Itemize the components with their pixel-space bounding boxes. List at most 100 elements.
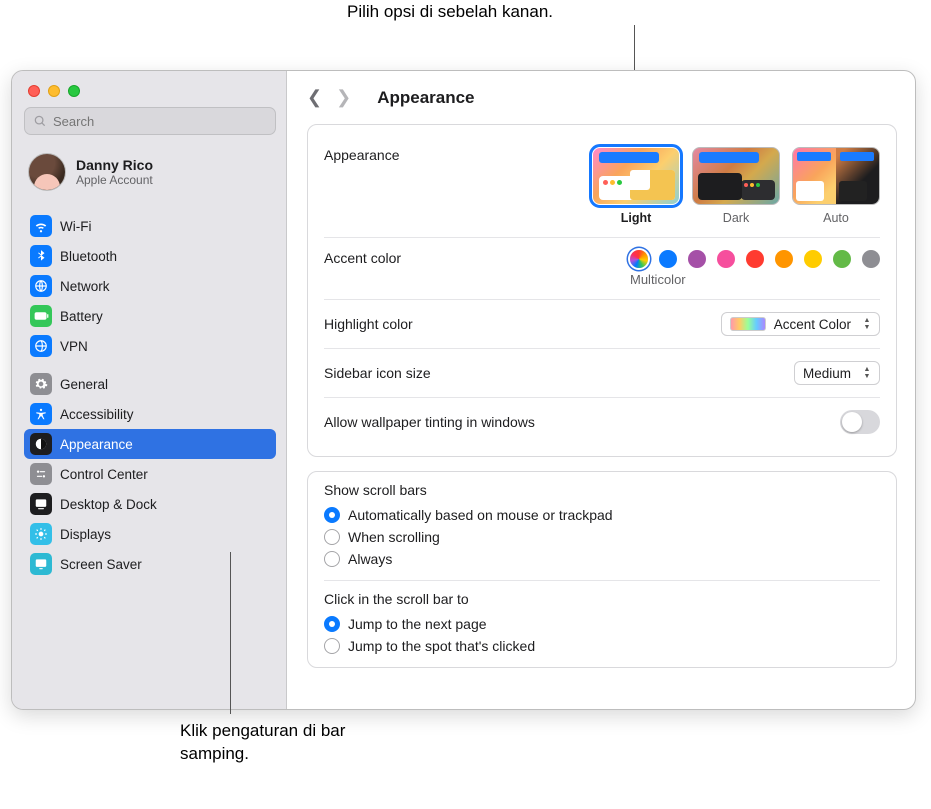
accessibility-icon bbox=[30, 403, 52, 425]
highlight-popup[interactable]: Accent Color ▲▼ bbox=[721, 312, 880, 336]
sidebar-item-screen-saver[interactable]: Screen Saver bbox=[24, 549, 276, 579]
accent-swatch-7[interactable] bbox=[833, 250, 851, 268]
sidebar-item-label: Control Center bbox=[60, 467, 148, 482]
highlight-value: Accent Color bbox=[774, 317, 851, 332]
accent-swatch-8[interactable] bbox=[862, 250, 880, 268]
appearance-label: Appearance bbox=[324, 147, 400, 163]
theme-light-label: Light bbox=[592, 211, 680, 225]
sidebar-item-label: Battery bbox=[60, 309, 103, 324]
radio-label: Jump to the spot that's clicked bbox=[348, 638, 535, 654]
sidebar-item-displays[interactable]: Displays bbox=[24, 519, 276, 549]
sidebar-item-label: Displays bbox=[60, 527, 111, 542]
settings-window: Danny Rico Apple Account Wi-Fi Bluetooth N… bbox=[11, 70, 916, 710]
callout-bottom-line bbox=[230, 552, 231, 714]
displays-icon bbox=[30, 523, 52, 545]
sidebar-item-accessibility[interactable]: Accessibility bbox=[24, 399, 276, 429]
apple-account-row[interactable]: Danny Rico Apple Account bbox=[24, 149, 276, 203]
theme-light[interactable]: Light bbox=[592, 147, 680, 225]
back-button[interactable]: ❮ bbox=[307, 87, 322, 108]
radio-icon bbox=[324, 638, 340, 654]
forward-button[interactable]: ❯ bbox=[336, 87, 351, 108]
click-scroll-option-1[interactable]: Jump to the spot that's clicked bbox=[324, 635, 880, 657]
sidebar-item-general[interactable]: General bbox=[24, 369, 276, 399]
search-icon bbox=[33, 114, 47, 128]
radio-label: Automatically based on mouse or trackpad bbox=[348, 507, 613, 523]
sidebar-size-popup[interactable]: Medium ▲▼ bbox=[794, 361, 880, 385]
sidebar-item-label: Desktop & Dock bbox=[60, 497, 157, 512]
general-icon bbox=[30, 373, 52, 395]
theme-picker: Light Dark Auto bbox=[592, 147, 880, 225]
theme-dark-thumb bbox=[692, 147, 780, 205]
sidebar-item-label: VPN bbox=[60, 339, 88, 354]
scrollbars-option-0[interactable]: Automatically based on mouse or trackpad bbox=[324, 504, 880, 526]
accent-swatch-6[interactable] bbox=[804, 250, 822, 268]
divider bbox=[324, 580, 880, 581]
radio-icon bbox=[324, 529, 340, 545]
theme-dark-label: Dark bbox=[692, 211, 780, 225]
avatar bbox=[28, 153, 66, 191]
scrollbars-header: Show scroll bars bbox=[324, 482, 880, 498]
account-name: Danny Rico bbox=[76, 157, 153, 173]
search-field[interactable] bbox=[24, 107, 276, 135]
main-panel: ❮ ❯ Appearance Appearance Light Dark bbox=[287, 71, 915, 709]
sidebar-item-appearance[interactable]: Appearance bbox=[24, 429, 276, 459]
bluetooth-icon bbox=[30, 245, 52, 267]
wi-fi-icon bbox=[30, 215, 52, 237]
sidebar-item-label: Bluetooth bbox=[60, 249, 117, 264]
search-input[interactable] bbox=[53, 114, 267, 129]
updown-icon: ▲▼ bbox=[859, 315, 875, 333]
accent-swatch-5[interactable] bbox=[775, 250, 793, 268]
accent-swatch-3[interactable] bbox=[717, 250, 735, 268]
screen-saver-icon bbox=[30, 553, 52, 575]
accent-swatch-4[interactable] bbox=[746, 250, 764, 268]
tinting-switch[interactable] bbox=[840, 410, 880, 434]
battery-icon bbox=[30, 305, 52, 327]
radio-icon bbox=[324, 616, 340, 632]
page-title: Appearance bbox=[377, 88, 474, 108]
close-icon[interactable] bbox=[28, 85, 40, 97]
accent-sub: Multicolor bbox=[630, 272, 880, 287]
sidebar-item-control-center[interactable]: Control Center bbox=[24, 459, 276, 489]
minimize-icon[interactable] bbox=[48, 85, 60, 97]
sidebar-nav: Wi-Fi Bluetooth Network Battery VPN General A… bbox=[24, 203, 276, 579]
radio-label: Always bbox=[348, 551, 392, 567]
sidebar-item-vpn[interactable]: VPN bbox=[24, 331, 276, 361]
theme-auto-thumb bbox=[792, 147, 880, 205]
updown-icon: ▲▼ bbox=[859, 364, 875, 382]
network-icon bbox=[30, 275, 52, 297]
sidebar-item-battery[interactable]: Battery bbox=[24, 301, 276, 331]
accent-swatch-0[interactable] bbox=[630, 250, 648, 268]
click-scroll-option-0[interactable]: Jump to the next page bbox=[324, 613, 880, 635]
scrollbars-option-2[interactable]: Always bbox=[324, 548, 880, 570]
accent-swatch-2[interactable] bbox=[688, 250, 706, 268]
callout-bottom: Klik pengaturan di bar samping. bbox=[180, 720, 400, 766]
theme-light-thumb bbox=[592, 147, 680, 205]
highlight-gradient-icon bbox=[730, 317, 766, 331]
accent-swatches bbox=[630, 250, 880, 268]
sidebar-item-bluetooth[interactable]: Bluetooth bbox=[24, 241, 276, 271]
appearance-card: Appearance Light Dark Auto bbox=[307, 124, 897, 457]
appearance-icon bbox=[30, 433, 52, 455]
zoom-icon[interactable] bbox=[68, 85, 80, 97]
sidebar-size-label: Sidebar icon size bbox=[324, 365, 431, 381]
desktop-dock-icon bbox=[30, 493, 52, 515]
theme-dark[interactable]: Dark bbox=[692, 147, 780, 225]
accent-swatch-1[interactable] bbox=[659, 250, 677, 268]
sidebar: Danny Rico Apple Account Wi-Fi Bluetooth N… bbox=[12, 71, 287, 709]
sidebar-item-desktop-dock[interactable]: Desktop & Dock bbox=[24, 489, 276, 519]
control-center-icon bbox=[30, 463, 52, 485]
click-scroll-header: Click in the scroll bar to bbox=[324, 591, 880, 607]
sidebar-item-label: General bbox=[60, 377, 108, 392]
sidebar-item-network[interactable]: Network bbox=[24, 271, 276, 301]
sidebar-item-label: Accessibility bbox=[60, 407, 134, 422]
theme-auto[interactable]: Auto bbox=[792, 147, 880, 225]
scrollbars-option-1[interactable]: When scrolling bbox=[324, 526, 880, 548]
callout-top: Pilih opsi di sebelah kanan. bbox=[220, 2, 680, 22]
sidebar-item-wi-fi[interactable]: Wi-Fi bbox=[24, 211, 276, 241]
account-subtitle: Apple Account bbox=[76, 173, 153, 187]
navbar: ❮ ❯ Appearance bbox=[307, 87, 897, 108]
radio-label: Jump to the next page bbox=[348, 616, 487, 632]
highlight-label: Highlight color bbox=[324, 316, 413, 332]
scroll-card: Show scroll bars Automatically based on … bbox=[307, 471, 897, 668]
sidebar-item-label: Appearance bbox=[60, 437, 133, 452]
